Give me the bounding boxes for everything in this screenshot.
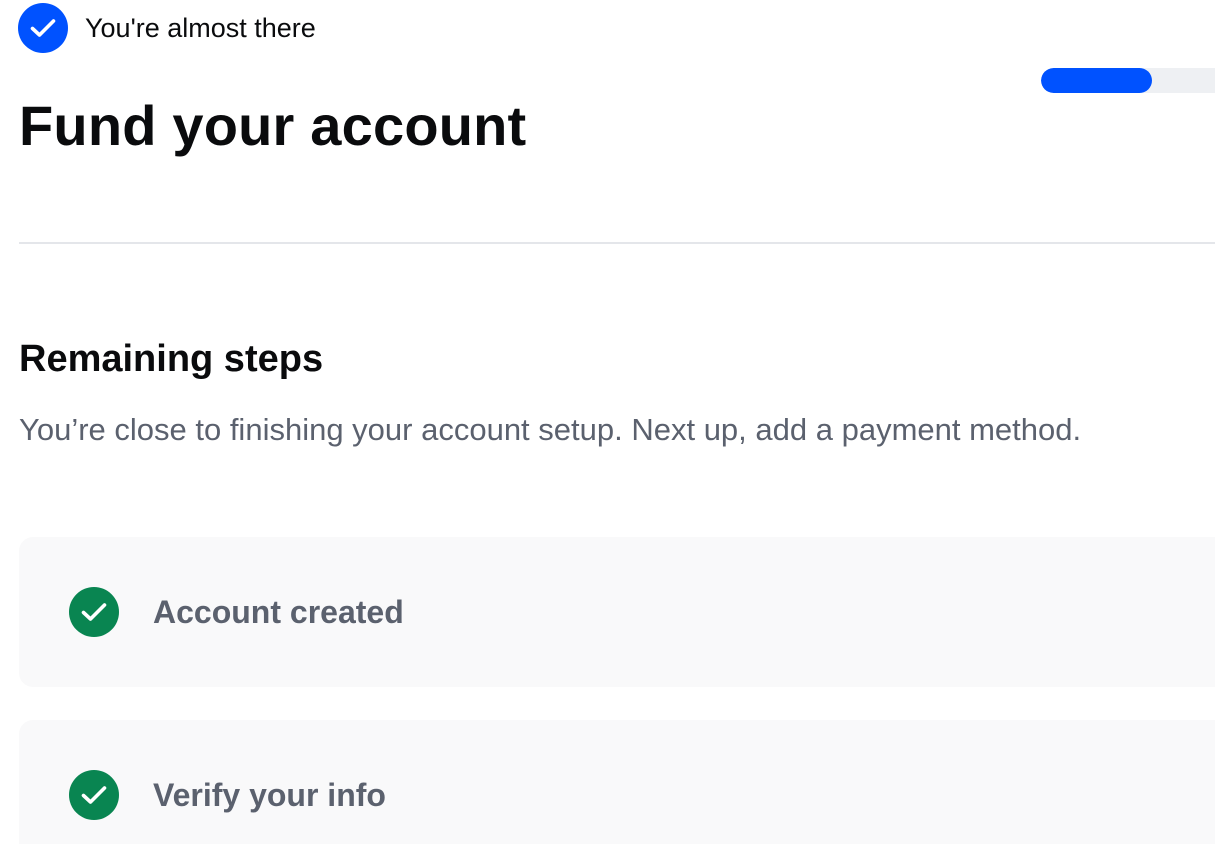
remaining-steps-title: Remaining steps: [19, 338, 324, 380]
status-text: You're almost there: [85, 12, 316, 43]
remaining-steps-description: You’re close to finishing your account s…: [19, 412, 1082, 447]
page-title: Fund your account: [19, 94, 527, 157]
check-circle-icon: [18, 3, 68, 53]
setup-progress-bar: [1041, 68, 1215, 93]
check-circle-icon: [69, 587, 119, 637]
step-verify-info[interactable]: Verify your info: [19, 720, 1215, 844]
step-label: Account created: [153, 593, 404, 630]
check-circle-icon: [69, 770, 119, 820]
progress-fill: [1041, 68, 1153, 93]
divider: [19, 242, 1215, 244]
fund-account-page: You're almost there Fund your account Re…: [0, 0, 1215, 844]
status-banner: You're almost there: [18, 3, 316, 53]
step-account-created[interactable]: Account created: [19, 537, 1215, 687]
step-label: Verify your info: [153, 776, 386, 813]
